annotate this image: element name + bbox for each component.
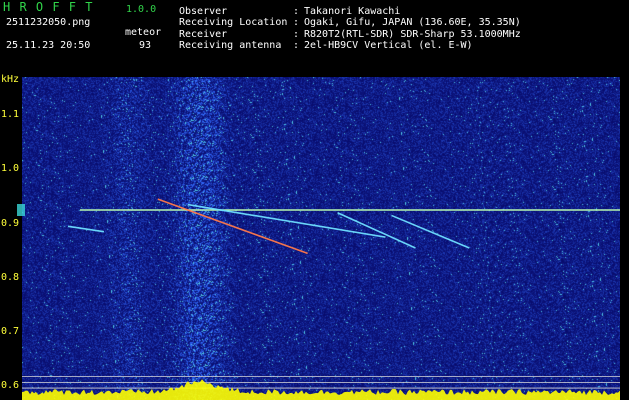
observer-value: Takanori Kawachi: [304, 6, 401, 17]
y-tick-label: 0.8: [1, 271, 20, 283]
antenna-value: 2el-HB9CV Vertical (el. E-W): [304, 40, 473, 51]
antenna-sep: :: [293, 40, 300, 51]
observer-sep: :: [293, 6, 300, 17]
y-tick-label: 1.0: [1, 163, 20, 175]
y-unit-label: kHz: [1, 74, 20, 85]
app-title: H R O F F T: [3, 0, 94, 14]
receiver-value: R820T2(RTL-SDR) SDR-Sharp 53.1000MHz: [304, 29, 521, 40]
receiver-sep: :: [293, 29, 300, 40]
y-tick-label: 0.9: [1, 217, 20, 229]
location-value: Ogaki, Gifu, JAPAN (136.60E, 35.35N): [304, 17, 521, 28]
spectrogram: [22, 77, 620, 400]
file-name: 2511232050.png: [6, 17, 91, 28]
antenna-key: Receiving antenna: [179, 40, 282, 51]
receiver-key: Receiver: [179, 29, 228, 40]
y-tick-label: 0.7: [1, 326, 20, 338]
meteor-count: 93: [139, 40, 152, 51]
observer-key: Observer: [179, 6, 228, 17]
app-version: 1.0.0: [126, 4, 157, 15]
y-tick-label: 0.6: [1, 380, 20, 392]
location-sep: :: [293, 17, 300, 28]
file-datetime: 25.11.23 20:50: [6, 40, 91, 51]
y-tick-label: 1.1: [1, 109, 20, 120]
meteor-label: meteor: [125, 27, 162, 38]
location-key: Receiving Location: [179, 17, 288, 28]
